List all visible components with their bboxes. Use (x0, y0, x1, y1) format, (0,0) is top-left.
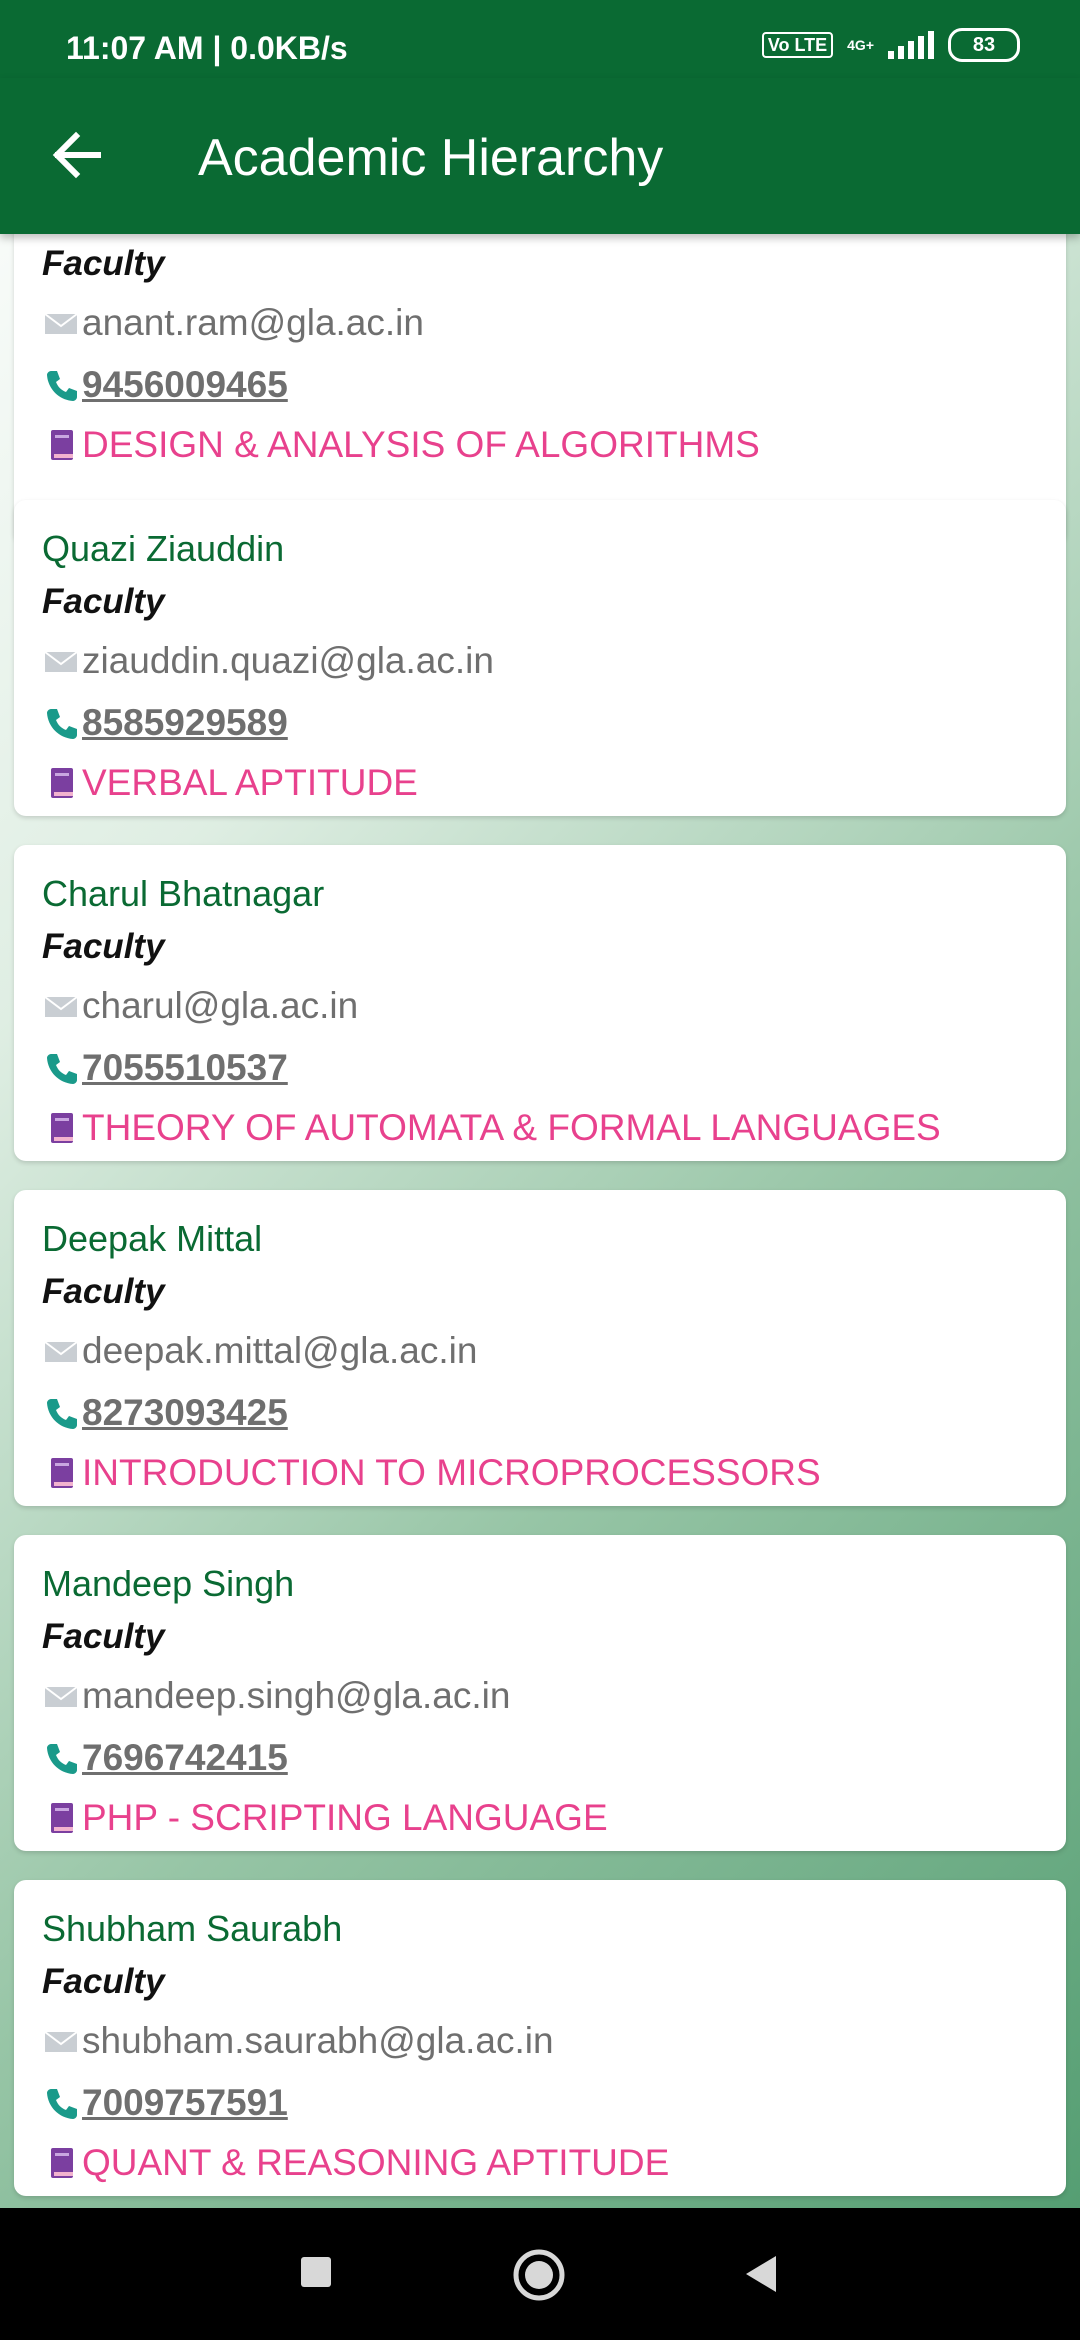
status-time: 11:07 AM | 0.0KB/s (66, 30, 348, 66)
faculty-role: Faculty (42, 1272, 165, 1311)
mail-icon (42, 2022, 80, 2060)
faculty-list[interactable]: Faculty anant.ram@gla.ac.in 9456009465 D… (0, 234, 1080, 2208)
phone-number: 7009757591 (82, 2082, 288, 2123)
mail-icon (42, 642, 80, 680)
subject-name: DESIGN & ANALYSIS OF ALGORITHMS (82, 424, 760, 465)
email-text: shubham.saurabh@gla.ac.in (82, 2020, 554, 2061)
subject-row: VERBAL APTITUDE (42, 762, 418, 804)
faculty-name: Deepak Mittal (42, 1218, 263, 1259)
faculty-name: Quazi Ziauddin (42, 528, 285, 569)
mail-icon (42, 1332, 80, 1370)
faculty-name: Charul Bhatnagar (42, 873, 325, 914)
signal-icon (888, 31, 934, 59)
phone-link[interactable]: 8585929589 (42, 702, 288, 744)
book-icon (42, 764, 80, 802)
subject-name: INTRODUCTION TO MICROPROCESSORS (82, 1452, 821, 1493)
phone-icon (42, 366, 80, 404)
back-button[interactable] (40, 118, 114, 192)
book-icon (42, 1454, 80, 1492)
email-row[interactable]: shubham.saurabh@gla.ac.in (42, 2020, 554, 2062)
phone-link[interactable]: 7696742415 (42, 1737, 288, 1779)
volte-icon: Vo LTE (761, 32, 834, 58)
email-text: anant.ram@gla.ac.in (82, 302, 424, 343)
email-row[interactable]: ziauddin.quazi@gla.ac.in (42, 640, 494, 682)
subject-row: QUANT & REASONING APTITUDE (42, 2142, 669, 2184)
faculty-card[interactable]: Faculty anant.ram@gla.ac.in 9456009465 D… (14, 234, 1066, 544)
circle-icon (513, 2249, 565, 2301)
book-icon (42, 426, 80, 464)
phone-icon (42, 704, 80, 742)
phone-link[interactable]: 9456009465 (42, 364, 288, 406)
phone-number: 7696742415 (82, 1737, 288, 1778)
faculty-role: Faculty (42, 927, 165, 966)
phone-link[interactable]: 7055510537 (42, 1047, 288, 1089)
status-indicators: Vo LTE 4G+ 83 (761, 28, 1020, 62)
page-title: Academic Hierarchy (198, 129, 664, 187)
faculty-name: Shubham Saurabh (42, 1908, 343, 1949)
subject-row: DESIGN & ANALYSIS OF ALGORITHMS (42, 424, 760, 466)
phone-icon (42, 1394, 80, 1432)
faculty-card[interactable]: Quazi Ziauddin Faculty ziauddin.quazi@gl… (14, 500, 1066, 816)
back-nav-button[interactable] (740, 2252, 780, 2301)
triangle-icon (746, 2256, 776, 2292)
subject-name: QUANT & REASONING APTITUDE (82, 2142, 670, 2183)
email-text: mandeep.singh@gla.ac.in (82, 1675, 511, 1716)
subject-name: VERBAL APTITUDE (82, 762, 418, 803)
email-text: deepak.mittal@gla.ac.in (82, 1330, 478, 1371)
book-icon (42, 1109, 80, 1147)
recents-button[interactable] (298, 2254, 334, 2295)
faculty-card[interactable]: Deepak Mittal Faculty deepak.mittal@gla.… (14, 1190, 1066, 1506)
email-row[interactable]: charul@gla.ac.in (42, 985, 358, 1027)
subject-row: INTRODUCTION TO MICROPROCESSORS (42, 1452, 821, 1494)
faculty-name: Mandeep Singh (42, 1563, 295, 1604)
book-icon (42, 1799, 80, 1837)
mail-icon (42, 304, 80, 342)
faculty-card[interactable]: Shubham Saurabh Faculty shubham.saurabh@… (14, 1880, 1066, 2196)
phone-icon (42, 1739, 80, 1777)
subject-row: PHP - SCRIPTING LANGUAGE (42, 1797, 608, 1839)
mail-icon (42, 987, 80, 1025)
phone-link[interactable]: 8273093425 (42, 1392, 288, 1434)
email-text: charul@gla.ac.in (82, 985, 359, 1026)
faculty-role: Faculty (42, 1617, 165, 1656)
navigation-bar (0, 2208, 1080, 2340)
email-row[interactable]: anant.ram@gla.ac.in (42, 302, 424, 344)
status-bar: 11:07 AM | 0.0KB/s Vo LTE 4G+ 83 (0, 0, 1080, 78)
email-row[interactable]: deepak.mittal@gla.ac.in (42, 1330, 477, 1372)
faculty-role: Faculty (42, 1962, 165, 2001)
phone-number: 8273093425 (82, 1392, 288, 1433)
phone-number: 7055510537 (82, 1047, 288, 1088)
square-icon (301, 2257, 331, 2287)
faculty-role: Faculty (42, 244, 165, 283)
book-icon (42, 2144, 80, 2182)
phone-icon (42, 1049, 80, 1087)
battery-icon: 83 (948, 28, 1020, 62)
phone-number: 9456009465 (82, 364, 288, 405)
home-button[interactable] (512, 2248, 566, 2307)
subject-name: THEORY OF AUTOMATA & FORMAL LANGUAGES (82, 1107, 941, 1148)
subject-row: THEORY OF AUTOMATA & FORMAL LANGUAGES (42, 1107, 941, 1149)
faculty-role: Faculty (42, 582, 165, 621)
mail-icon (42, 1677, 80, 1715)
app-bar: Academic Hierarchy (0, 78, 1080, 234)
phone-number: 8585929589 (82, 702, 288, 743)
faculty-card[interactable]: Mandeep Singh Faculty mandeep.singh@gla.… (14, 1535, 1066, 1851)
email-text: ziauddin.quazi@gla.ac.in (82, 640, 494, 681)
phone-icon (42, 2084, 80, 2122)
faculty-card[interactable]: Charul Bhatnagar Faculty charul@gla.ac.i… (14, 845, 1066, 1161)
email-row[interactable]: mandeep.singh@gla.ac.in (42, 1675, 510, 1717)
phone-link[interactable]: 7009757591 (42, 2082, 288, 2124)
subject-name: PHP - SCRIPTING LANGUAGE (82, 1797, 608, 1838)
back-arrow-icon (52, 131, 101, 179)
network-type: 4G+ (847, 37, 874, 53)
